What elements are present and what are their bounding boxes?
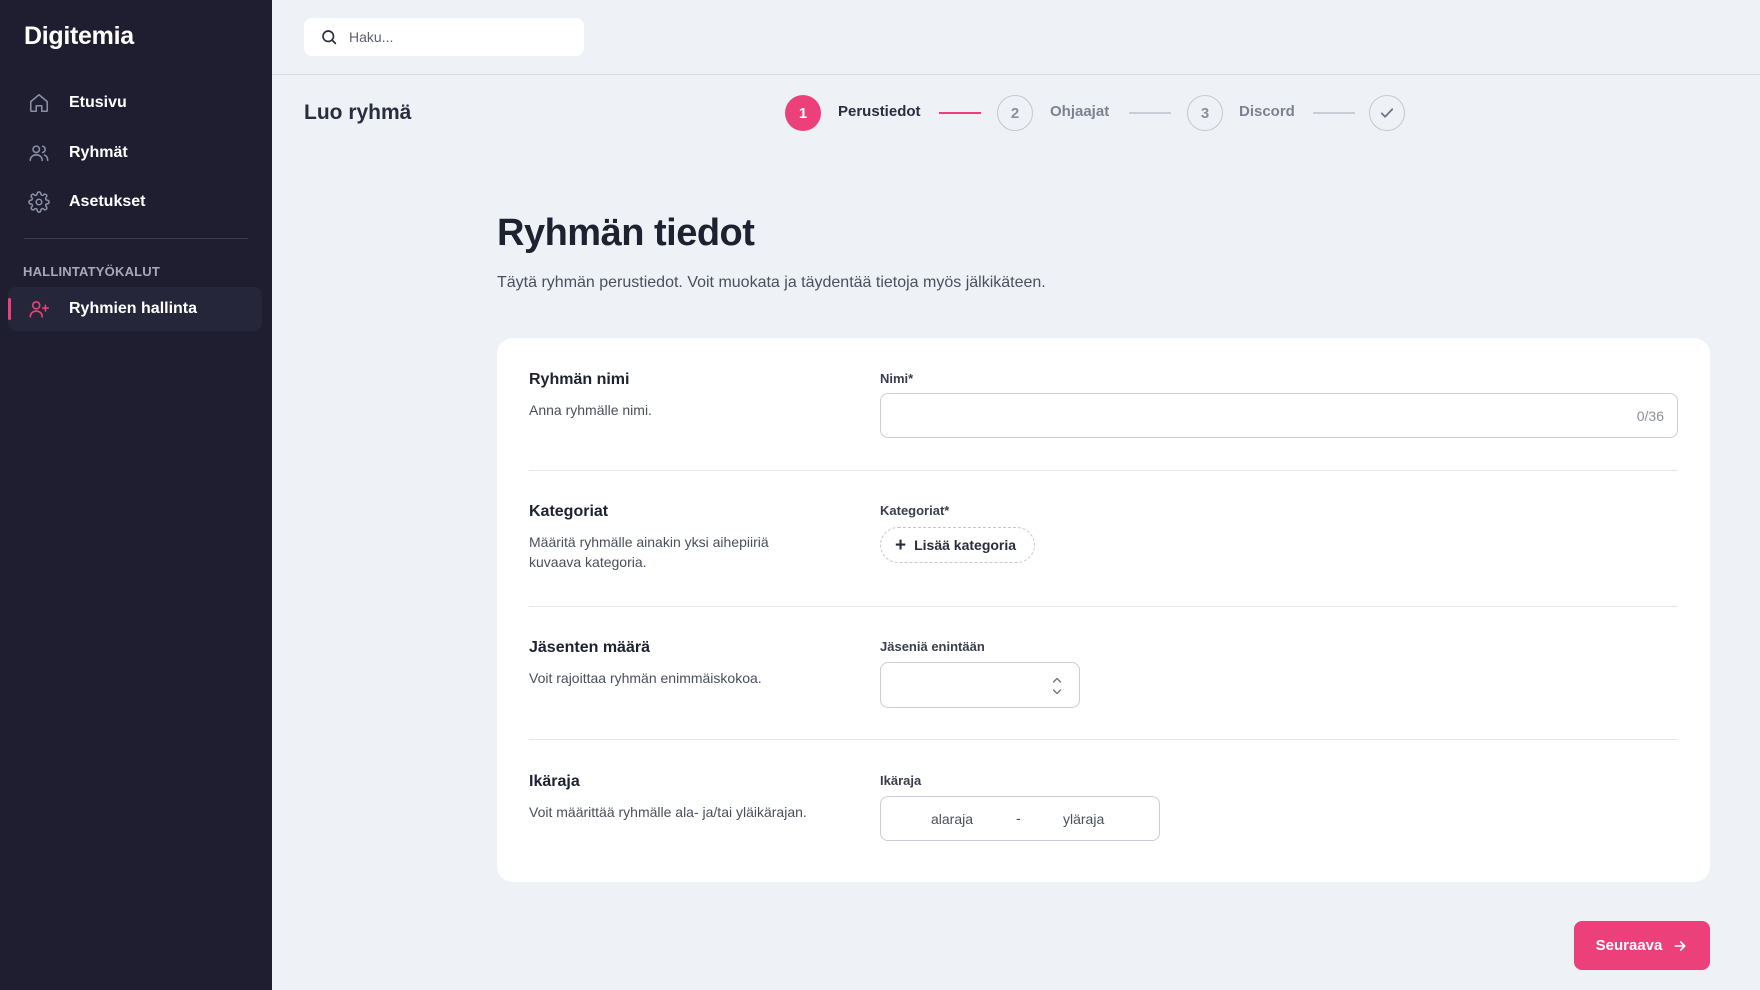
sidebar-item-label: Ryhmät <box>69 144 128 161</box>
age-lower-input[interactable]: alaraja <box>931 811 973 827</box>
row-divider <box>529 739 1678 740</box>
row-title-age: Ikäraja <box>529 773 580 790</box>
sidebar: Digitemia Etusivu Ryhmät Asetukset HALLI… <box>0 0 272 990</box>
name-field-label: Nimi* <box>880 371 914 386</box>
members-field-label: Jäseniä enintään <box>880 639 985 654</box>
check-icon <box>1378 104 1396 122</box>
row-divider <box>529 606 1678 607</box>
age-range-field[interactable]: alaraja - yläraja <box>880 796 1160 841</box>
sidebar-item-label: Etusivu <box>69 94 127 111</box>
sidebar-item-label: Asetukset <box>69 193 146 210</box>
step-1-circle[interactable]: 1 <box>785 95 821 131</box>
step-3-circle[interactable]: 3 <box>1187 95 1223 131</box>
sidebar-item-ryhmat[interactable]: Ryhmät <box>8 131 262 175</box>
age-field-label: Ikäraja <box>880 773 922 788</box>
row-desc-members: Voit rajoittaa ryhmän enimmäiskokoa. <box>529 670 762 686</box>
row-title-members: Jäsenten määrä <box>529 639 650 656</box>
sidebar-item-label: Ryhmien hallinta <box>69 300 198 317</box>
form-card: Ryhmän nimi Anna ryhmälle nimi. Nimi* 0/… <box>497 338 1710 882</box>
step-2-label[interactable]: Ohjaajat <box>1050 103 1109 120</box>
sidebar-item-ryhmien-hallinta[interactable]: Ryhmien hallinta <box>8 287 262 331</box>
sidebar-item-asetukset[interactable]: Asetukset <box>8 180 262 224</box>
step-final-circle[interactable] <box>1369 95 1405 131</box>
group-name-field[interactable]: 0/36 <box>880 393 1678 438</box>
top-bar <box>272 0 1760 75</box>
search-icon <box>320 28 338 46</box>
next-button[interactable]: Seuraava <box>1574 921 1710 970</box>
row-title-categories: Kategoriat <box>529 503 609 520</box>
range-separator: - <box>1016 810 1021 826</box>
search-box[interactable] <box>304 18 584 56</box>
sidebar-divider <box>24 238 248 239</box>
arrow-right-icon <box>1672 938 1688 954</box>
step-1-label[interactable]: Perustiedot <box>838 103 921 120</box>
add-category-button[interactable]: + Lisää kategoria <box>880 527 1036 563</box>
step-2-circle[interactable]: 2 <box>997 95 1033 131</box>
row-desc-name: Anna ryhmälle nimi. <box>529 402 652 418</box>
age-upper-input[interactable]: yläraja <box>1063 811 1104 827</box>
spinner-arrows-icon[interactable] <box>1051 675 1063 697</box>
section-subtitle: Täytä ryhmän perustiedot. Voit muokata j… <box>497 274 1046 291</box>
step-3-label[interactable]: Discord <box>1239 103 1295 120</box>
row-divider <box>529 470 1678 471</box>
user-plus-icon <box>27 297 51 321</box>
search-input[interactable] <box>349 29 569 45</box>
gear-icon <box>27 190 51 214</box>
step-connector-2 <box>1129 112 1171 114</box>
app-logo[interactable]: Digitemia <box>24 22 134 51</box>
step-connector-3 <box>1313 112 1355 114</box>
categories-field-label: Kategoriat* <box>880 503 950 518</box>
step-connector-1 <box>939 112 981 114</box>
page-title: Luo ryhmä <box>304 101 412 124</box>
plus-icon: + <box>895 534 907 556</box>
sidebar-item-etusivu[interactable]: Etusivu <box>8 81 262 125</box>
char-counter: 0/36 <box>1636 408 1664 424</box>
row-title-name: Ryhmän nimi <box>529 371 630 388</box>
users-icon <box>27 141 51 165</box>
next-button-label: Seuraava <box>1595 937 1663 954</box>
max-members-stepper[interactable] <box>880 662 1080 708</box>
row-desc-categories: Määritä ryhmälle ainakin yksi aihepiiriä… <box>529 534 769 570</box>
row-desc-age: Voit määrittää ryhmälle ala- ja/tai yläi… <box>529 804 807 820</box>
sidebar-section-title: HALLINTATYÖKALUT <box>23 264 161 279</box>
home-icon <box>27 91 51 115</box>
section-title: Ryhmän tiedot <box>497 212 755 254</box>
add-category-label: Lisää kategoria <box>914 537 1017 553</box>
